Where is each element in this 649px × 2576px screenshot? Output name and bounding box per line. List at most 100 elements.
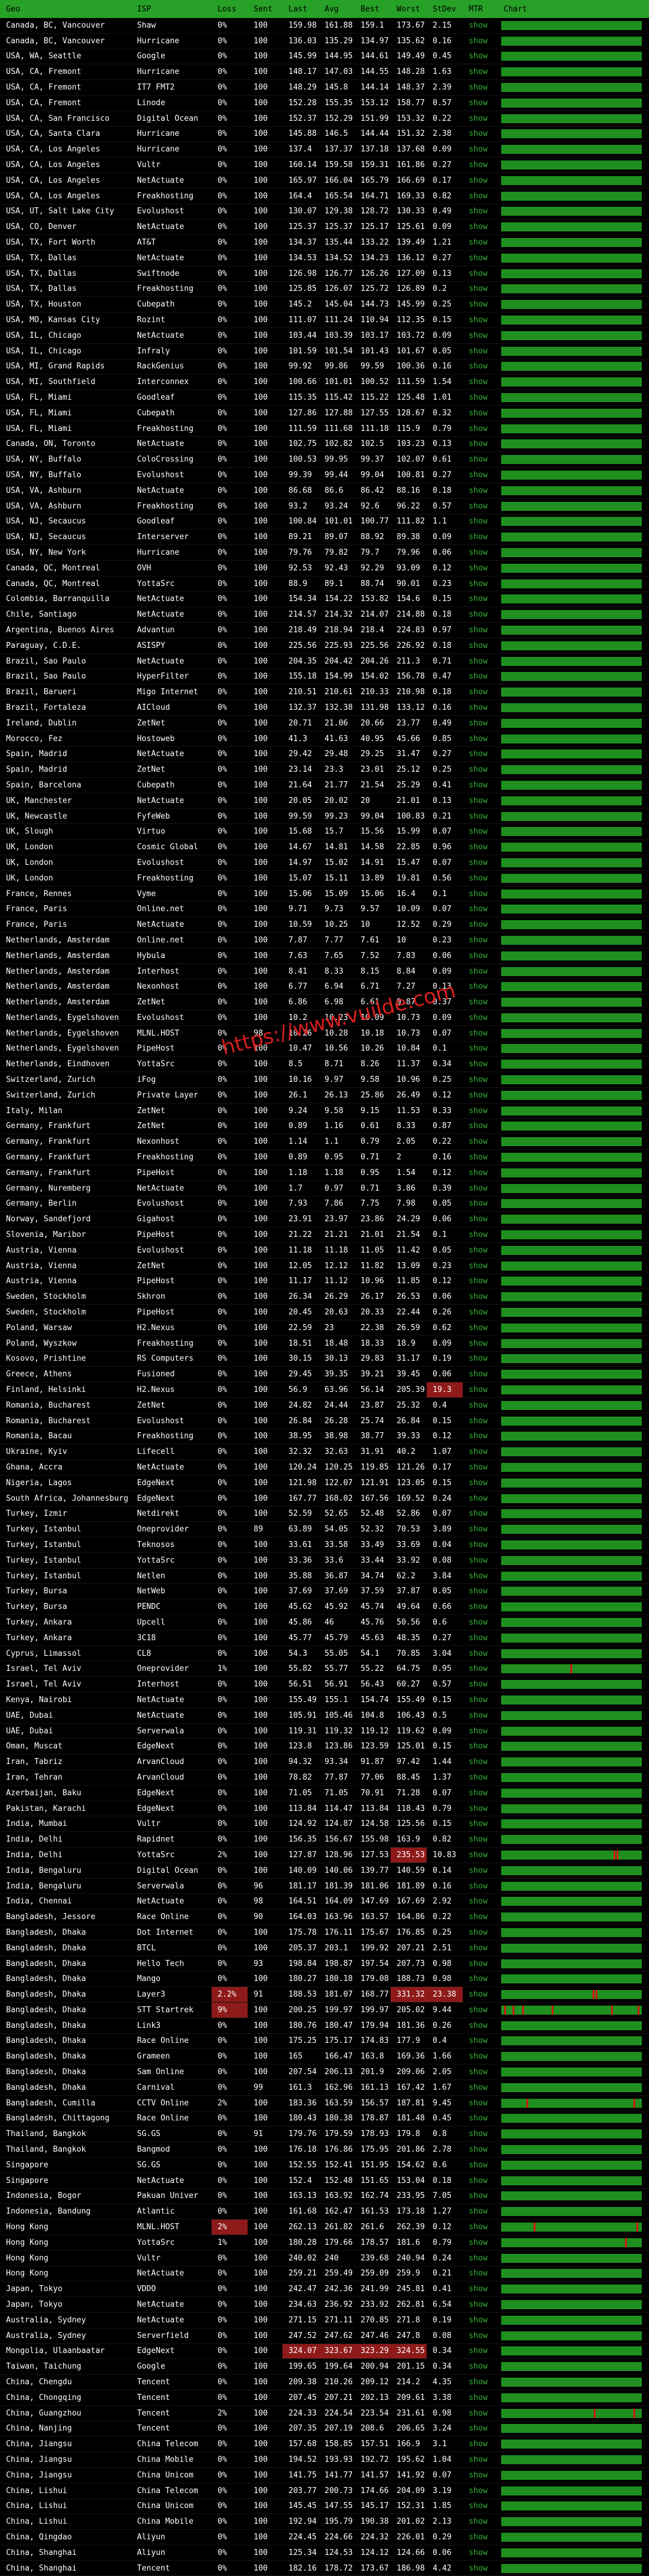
mtr-show-link[interactable]: show <box>463 2483 498 2499</box>
mtr-show-link[interactable]: show <box>463 1552 498 1569</box>
mtr-show-link[interactable]: show <box>463 715 498 731</box>
mtr-show-link[interactable]: show <box>463 33 498 49</box>
mtr-show-link[interactable]: show <box>463 2141 498 2158</box>
column-header-sent[interactable]: Sent <box>248 0 282 18</box>
mtr-show-link[interactable]: show <box>463 1506 498 1522</box>
mtr-show-link[interactable]: show <box>463 1646 498 1662</box>
mtr-show-link[interactable]: show <box>463 1459 498 1476</box>
mtr-show-link[interactable]: show <box>463 917 498 933</box>
mtr-show-link[interactable]: show <box>463 1863 498 1879</box>
mtr-show-link[interactable]: show <box>463 514 498 530</box>
mtr-show-link[interactable]: show <box>463 2513 498 2530</box>
mtr-show-link[interactable]: show <box>463 591 498 608</box>
mtr-show-link[interactable]: show <box>463 746 498 763</box>
column-header-worst[interactable]: Worst <box>391 0 427 18</box>
mtr-show-link[interactable]: show <box>463 1676 498 1693</box>
mtr-show-link[interactable]: show <box>463 141 498 158</box>
mtr-show-link[interactable]: show <box>463 2048 498 2065</box>
mtr-show-link[interactable]: show <box>463 2467 498 2483</box>
mtr-show-link[interactable]: show <box>463 560 498 576</box>
mtr-show-link[interactable]: show <box>463 1909 498 1926</box>
mtr-show-link[interactable]: show <box>463 762 498 778</box>
mtr-show-link[interactable]: show <box>463 483 498 499</box>
mtr-show-link[interactable]: show <box>463 2266 498 2282</box>
mtr-show-link[interactable]: show <box>463 932 498 948</box>
mtr-show-link[interactable]: show <box>463 2358 498 2375</box>
mtr-show-link[interactable]: show <box>463 1831 498 1848</box>
mtr-show-link[interactable]: show <box>463 1366 498 1383</box>
mtr-show-link[interactable]: show <box>463 529 498 546</box>
mtr-show-link[interactable]: show <box>463 281 498 298</box>
mtr-show-link[interactable]: show <box>463 1242 498 1259</box>
mtr-show-link[interactable]: show <box>463 638 498 654</box>
mtr-show-link[interactable]: show <box>463 963 498 980</box>
mtr-show-link[interactable]: show <box>463 2111 498 2127</box>
mtr-show-link[interactable]: show <box>463 451 498 468</box>
mtr-show-link[interactable]: show <box>463 2529 498 2545</box>
mtr-show-link[interactable]: show <box>463 2281 498 2298</box>
column-header-isp[interactable]: ISP <box>131 0 212 18</box>
mtr-show-link[interactable]: show <box>463 64 498 81</box>
mtr-show-link[interactable]: show <box>463 1893 498 1910</box>
mtr-show-link[interactable]: show <box>463 1041 498 1057</box>
mtr-show-link[interactable]: show <box>463 1940 498 1956</box>
mtr-show-link[interactable]: show <box>463 2421 498 2437</box>
mtr-show-link[interactable]: show <box>463 777 498 793</box>
mtr-show-link[interactable]: show <box>463 668 498 685</box>
column-header-mtr[interactable]: MTR <box>463 0 498 18</box>
mtr-show-link[interactable]: show <box>463 126 498 142</box>
mtr-show-link[interactable]: show <box>463 684 498 701</box>
mtr-show-link[interactable]: show <box>463 1692 498 1708</box>
column-header-stdev[interactable]: StDev <box>427 0 463 18</box>
mtr-show-link[interactable]: show <box>463 467 498 483</box>
mtr-show-link[interactable]: show <box>463 808 498 825</box>
mtr-show-link[interactable]: show <box>463 1227 498 1243</box>
mtr-show-link[interactable]: show <box>463 1103 498 1119</box>
mtr-show-link[interactable]: show <box>463 234 498 251</box>
mtr-show-link[interactable]: show <box>463 1335 498 1352</box>
mtr-show-link[interactable]: show <box>463 793 498 809</box>
mtr-show-link[interactable]: show <box>463 2018 498 2034</box>
mtr-show-link[interactable]: show <box>463 994 498 1010</box>
mtr-show-link[interactable]: show <box>463 2033 498 2050</box>
mtr-show-link[interactable]: show <box>463 2126 498 2143</box>
mtr-show-link[interactable]: show <box>463 839 498 856</box>
mtr-show-link[interactable]: show <box>463 18 498 34</box>
mtr-show-link[interactable]: show <box>463 653 498 670</box>
column-header-loss[interactable]: Loss <box>212 0 248 18</box>
mtr-show-link[interactable]: show <box>463 1491 498 1507</box>
mtr-show-link[interactable]: show <box>463 359 498 375</box>
mtr-show-link[interactable]: show <box>463 157 498 173</box>
mtr-show-link[interactable]: show <box>463 886 498 902</box>
mtr-show-link[interactable]: show <box>463 1723 498 1739</box>
mtr-show-link[interactable]: show <box>463 343 498 359</box>
mtr-show-link[interactable]: show <box>463 95 498 111</box>
mtr-show-link[interactable]: show <box>463 2157 498 2173</box>
mtr-show-link[interactable]: show <box>463 1274 498 1290</box>
mtr-show-link[interactable]: show <box>463 1320 498 1336</box>
mtr-show-link[interactable]: show <box>463 545 498 561</box>
mtr-show-link[interactable]: show <box>463 731 498 747</box>
mtr-show-link[interactable]: show <box>463 266 498 282</box>
mtr-show-link[interactable]: show <box>463 2235 498 2251</box>
mtr-show-link[interactable]: show <box>463 1614 498 1631</box>
mtr-show-link[interactable]: show <box>463 606 498 623</box>
mtr-show-link[interactable]: show <box>463 1475 498 1491</box>
mtr-show-link[interactable]: show <box>463 700 498 716</box>
mtr-show-link[interactable]: show <box>463 2064 498 2080</box>
mtr-show-link[interactable]: show <box>463 436 498 453</box>
mtr-show-link[interactable]: show <box>463 622 498 638</box>
mtr-show-link[interactable]: show <box>463 1816 498 1833</box>
mtr-show-link[interactable]: show <box>463 1986 498 2003</box>
mtr-show-link[interactable]: show <box>463 1708 498 1724</box>
column-header-last[interactable]: Last <box>282 0 318 18</box>
mtr-show-link[interactable]: show <box>463 1119 498 1135</box>
mtr-show-link[interactable]: show <box>463 1258 498 1274</box>
mtr-show-link[interactable]: show <box>463 172 498 189</box>
mtr-show-link[interactable]: show <box>463 250 498 266</box>
mtr-show-link[interactable]: show <box>463 2436 498 2453</box>
mtr-show-link[interactable]: show <box>463 2498 498 2515</box>
mtr-show-link[interactable]: show <box>463 2095 498 2111</box>
mtr-show-link[interactable]: show <box>463 1025 498 1042</box>
mtr-show-link[interactable]: show <box>463 978 498 995</box>
